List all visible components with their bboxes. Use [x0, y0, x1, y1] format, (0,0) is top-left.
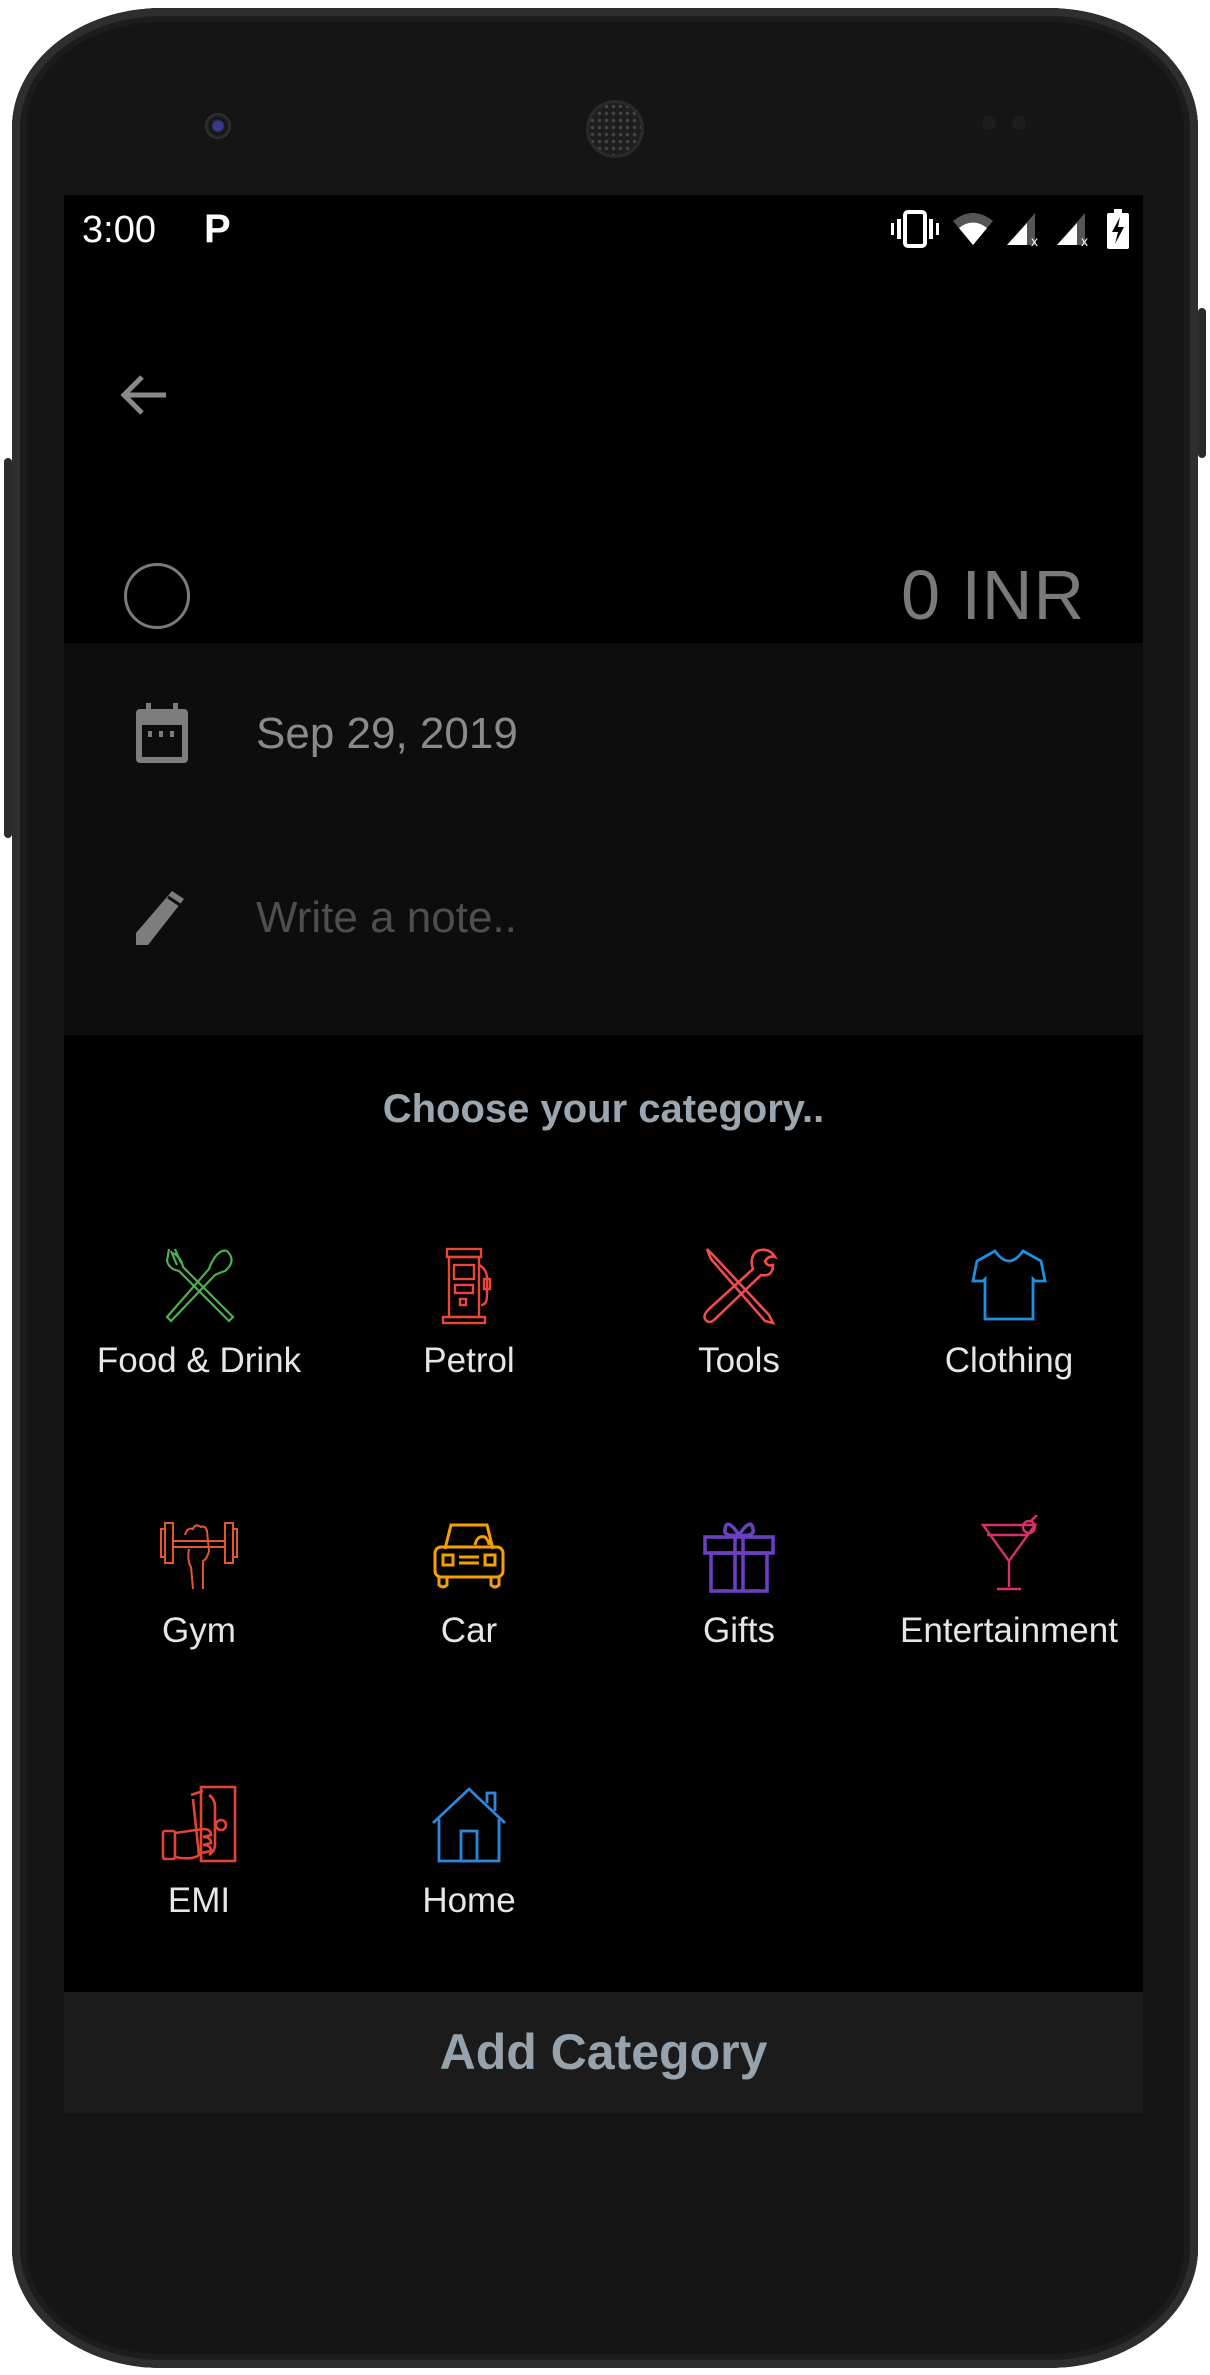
- battery-charging-icon: [1107, 209, 1129, 249]
- category-label: Tools: [698, 1341, 780, 1380]
- category-food-drink[interactable]: Food & Drink: [64, 1245, 334, 1445]
- fork-spoon-icon: [165, 1248, 235, 1323]
- note-input[interactable]: [256, 893, 1056, 943]
- parking-p-icon: P: [204, 207, 231, 251]
- signal-no-sim-icon: x: [1007, 213, 1038, 247]
- category-entertainment[interactable]: Entertainment: [874, 1515, 1143, 1715]
- category-clothing[interactable]: Clothing: [874, 1245, 1143, 1445]
- front-camera: [205, 113, 231, 139]
- category-gifts[interactable]: Gifts: [604, 1515, 874, 1715]
- signal-no-sim-icon: x: [1057, 213, 1088, 247]
- note-row: [64, 857, 1143, 977]
- arrow-left-icon: [120, 375, 166, 415]
- category-label: Gifts: [703, 1611, 775, 1650]
- dumbbell-icon: [160, 1522, 238, 1590]
- category-label: Car: [440, 1611, 498, 1650]
- svg-text:x: x: [1081, 233, 1088, 247]
- category-label: Clothing: [944, 1341, 1074, 1380]
- car-icon: [433, 1523, 505, 1589]
- category-title: Choose your category..: [382, 1087, 825, 1131]
- date-value: Sep 29, 2019: [256, 709, 518, 758]
- proximity-sensor: [982, 116, 996, 130]
- category-gym[interactable]: Gym: [64, 1515, 334, 1715]
- back-button[interactable]: [114, 365, 174, 425]
- status-icons: x x: [891, 209, 1129, 249]
- amount-header: 0 INR: [64, 265, 1143, 643]
- category-car[interactable]: Car: [334, 1515, 604, 1715]
- pencil-icon: [136, 891, 184, 945]
- category-label: Gym: [162, 1611, 236, 1650]
- category-label: Food & Drink: [96, 1341, 302, 1380]
- category-home[interactable]: Home: [334, 1785, 604, 1985]
- circle-outline-icon[interactable]: [124, 563, 190, 629]
- light-sensor: [1012, 116, 1026, 130]
- tshirt-icon: [971, 1249, 1047, 1321]
- vibrate-icon: [891, 210, 939, 248]
- power-button: [1198, 308, 1206, 458]
- category-emi[interactable]: EMI: [64, 1785, 334, 1985]
- category-label: Entertainment: [900, 1611, 1118, 1650]
- cocktail-icon: [980, 1515, 1038, 1591]
- fuel-pump-icon: [441, 1247, 492, 1325]
- date-row[interactable]: Sep 29, 2019: [64, 673, 1143, 793]
- category-tools[interactable]: Tools: [604, 1245, 874, 1445]
- amount-display[interactable]: 0 INR: [901, 555, 1085, 635]
- calendar-icon: [136, 703, 188, 763]
- svg-text:x: x: [1031, 233, 1038, 247]
- transaction-form: Sep 29, 2019: [64, 643, 1143, 1035]
- house-icon: [432, 1787, 506, 1863]
- app-screen: 3:00 P x x 0 INR Sep 29, 2019 Write a no…: [64, 195, 1143, 2113]
- cash-hand-icon: [161, 1785, 237, 1863]
- status-bar: 3:00 P x x: [64, 195, 1143, 265]
- volume-button: [4, 458, 12, 838]
- status-time: 3:00: [82, 209, 156, 251]
- gift-icon: [703, 1522, 775, 1593]
- wrench-screwdriver-icon: [703, 1248, 778, 1325]
- category-label: Petrol: [423, 1341, 515, 1380]
- category-section: Choose your category.. Food & Drink Petr…: [64, 1035, 1143, 1992]
- earpiece-speaker: [589, 103, 641, 155]
- add-category-button[interactable]: Add Category: [64, 1992, 1143, 2113]
- category-label: Home: [422, 1881, 516, 1920]
- wifi-icon: [953, 213, 993, 245]
- category-label: EMI: [167, 1881, 231, 1920]
- category-petrol[interactable]: Petrol: [334, 1245, 604, 1445]
